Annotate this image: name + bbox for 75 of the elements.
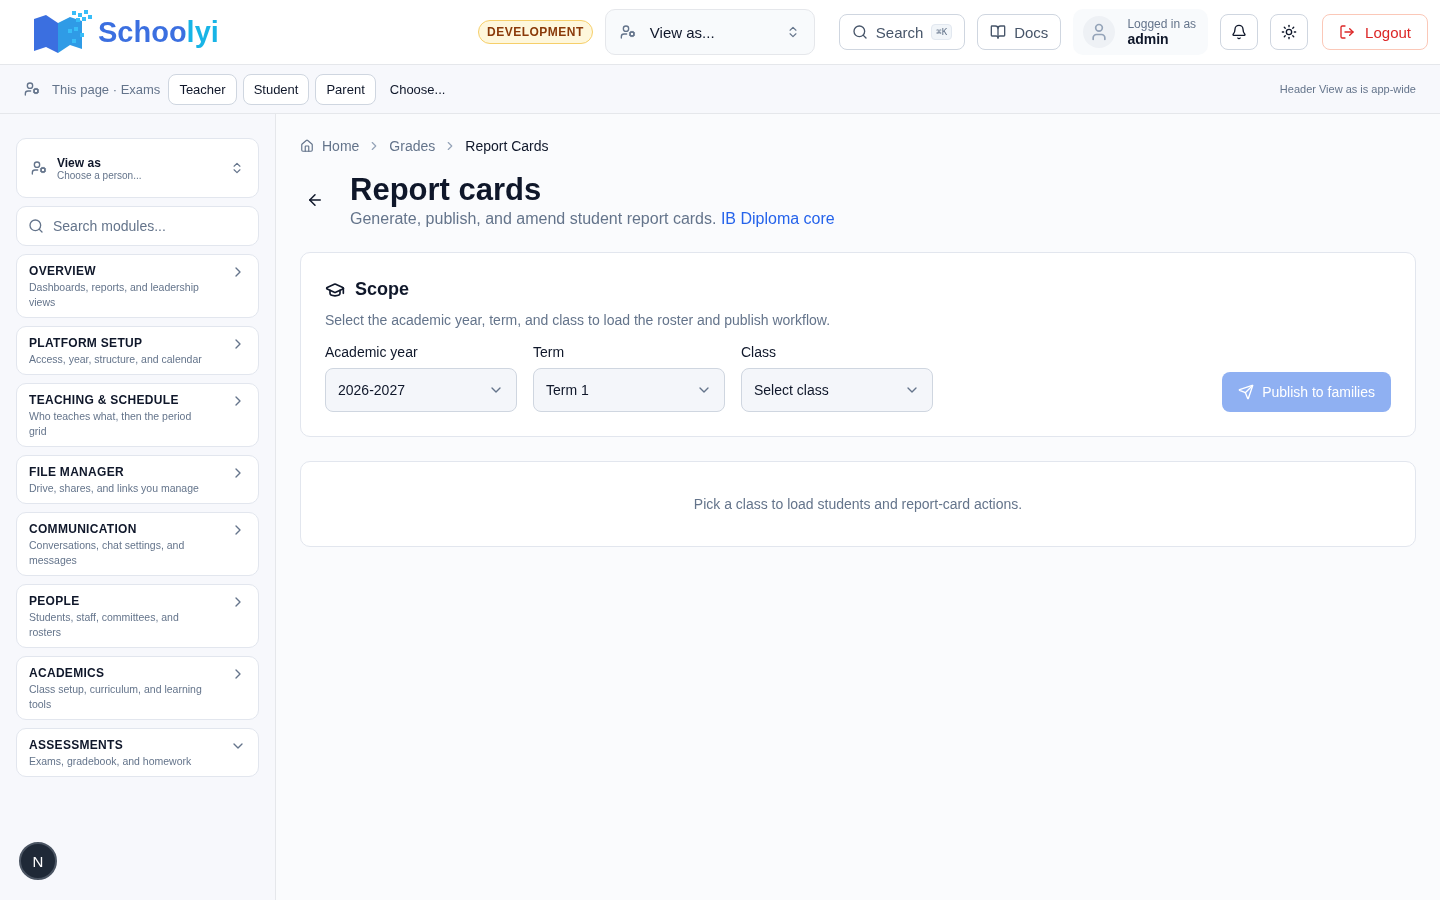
select-field[interactable]: 2026-2027 xyxy=(325,368,517,412)
nav-section[interactable]: ASSESSMENTS Exams, gradebook, and homework xyxy=(16,728,259,777)
select-field[interactable]: Select class xyxy=(741,368,933,412)
section-title: TEACHING & SCHEDULE xyxy=(29,393,180,407)
bell-icon xyxy=(1231,24,1248,40)
user-name: admin xyxy=(1127,31,1170,47)
section-title: PEOPLE xyxy=(29,594,81,608)
nav-section[interactable]: FILE MANAGER Drive, shares, and links you manage xyxy=(16,455,259,504)
empty-message: Pick a class to load students and report-card actions. xyxy=(693,496,1023,512)
field-label: Academic year xyxy=(325,344,419,360)
section-title: PLATFORM SETUP xyxy=(29,336,144,350)
view-as-select[interactable]: View as... xyxy=(604,9,815,55)
search-icon xyxy=(28,218,44,234)
select-hint: Choose a person... xyxy=(57,169,143,181)
section-description: Drive, shares, and links you manage xyxy=(29,481,200,496)
search-icon xyxy=(851,24,868,40)
logout-icon xyxy=(1339,24,1356,40)
select-field[interactable]: Term 1 xyxy=(533,368,725,412)
card-description: Select the academic year, term, and class to load the roster and publish workflow. xyxy=(325,312,832,328)
sun-icon xyxy=(1281,24,1298,40)
section-title: FILE MANAGER xyxy=(29,465,125,479)
breadcrumb-link[interactable]: Report Cards xyxy=(465,138,549,154)
book-logo-icon xyxy=(32,9,92,55)
role-button[interactable]: Student xyxy=(242,73,310,105)
select-title: View as xyxy=(57,155,102,170)
info-note: Header View as is app-wide xyxy=(1279,83,1416,95)
book-icon xyxy=(990,24,1007,40)
breadcrumb-link[interactable]: Home xyxy=(322,138,360,154)
nav-section[interactable]: PEOPLE Students, staff, committees, and rosters xyxy=(16,584,259,648)
send-icon xyxy=(1238,384,1255,400)
back-icon[interactable] xyxy=(306,191,324,209)
breadcrumb-link[interactable]: Grades xyxy=(389,138,436,154)
section-description: Exams, gradebook, and homework xyxy=(29,754,193,769)
view-as-select[interactable]: View as Choose a person... xyxy=(16,138,259,198)
docs-button[interactable]: Docs xyxy=(977,14,1062,50)
avatar-icon xyxy=(1083,16,1116,48)
notifications-button[interactable] xyxy=(1220,14,1259,50)
section-description: Class setup, curriculum, and learning tools xyxy=(29,682,203,712)
nav-section[interactable]: COMMUNICATION Conversations, chat settings, and messages xyxy=(16,512,259,576)
section-title: ASSESSMENTS xyxy=(29,738,124,752)
page-title: Report cards xyxy=(350,172,543,208)
section-title: ACADEMICS xyxy=(29,666,106,680)
dev-tools-badge[interactable]: N xyxy=(19,842,57,880)
field-label: Term xyxy=(533,344,566,360)
user-cog-icon xyxy=(619,24,636,40)
page-subtitle: Generate, publish, and amend student report cards. IB Diploma core xyxy=(350,210,835,228)
home-icon xyxy=(300,139,314,153)
theme-button[interactable] xyxy=(1270,14,1309,50)
role-button[interactable]: Teacher xyxy=(168,73,237,105)
section-description: Students, staff, committees, and rosters xyxy=(29,610,180,640)
search-button[interactable]: Search ⌘K xyxy=(838,14,966,50)
section-description: Who teaches what, then the period grid xyxy=(29,409,193,439)
card-title: Scope xyxy=(355,279,410,300)
section-title: COMMUNICATION xyxy=(29,522,138,536)
field-label: Class xyxy=(741,344,777,360)
user-cog-icon xyxy=(31,160,47,176)
logout-button[interactable]: Logout xyxy=(1322,14,1428,50)
role-button[interactable]: Parent xyxy=(315,73,376,105)
nav-section[interactable]: OVERVIEW Dashboards, reports, and leadership views xyxy=(16,254,259,318)
environment-badge: DEVELOPMENT xyxy=(477,20,593,44)
section-description: Conversations, chat settings, and messages xyxy=(29,538,186,568)
nav-section[interactable]: ACADEMICS Class setup, curriculum, and learning tools xyxy=(16,656,259,720)
user-cog-icon xyxy=(24,81,40,97)
module-search-field[interactable]: Search modules... xyxy=(16,206,259,246)
user-panel[interactable]: Logged in as admin xyxy=(1073,9,1209,55)
nav-section[interactable]: PLATFORM SETUP Access, year, structure, and calendar xyxy=(16,326,259,375)
shortcut-key: ⌘K xyxy=(931,24,953,40)
choose-button[interactable]: Choose... xyxy=(381,81,454,97)
nav-section[interactable]: TEACHING & SCHEDULE Who teaches what, then the period grid xyxy=(16,383,259,447)
view-as-label: This page · Exams xyxy=(52,81,161,97)
section-title: OVERVIEW xyxy=(29,264,97,278)
section-description: Access, year, structure, and calendar xyxy=(29,352,203,367)
program-link[interactable]: IB Diploma core xyxy=(720,210,835,227)
user-caption: Logged in as xyxy=(1127,17,1197,31)
section-description: Dashboards, reports, and leadership views xyxy=(29,280,200,310)
